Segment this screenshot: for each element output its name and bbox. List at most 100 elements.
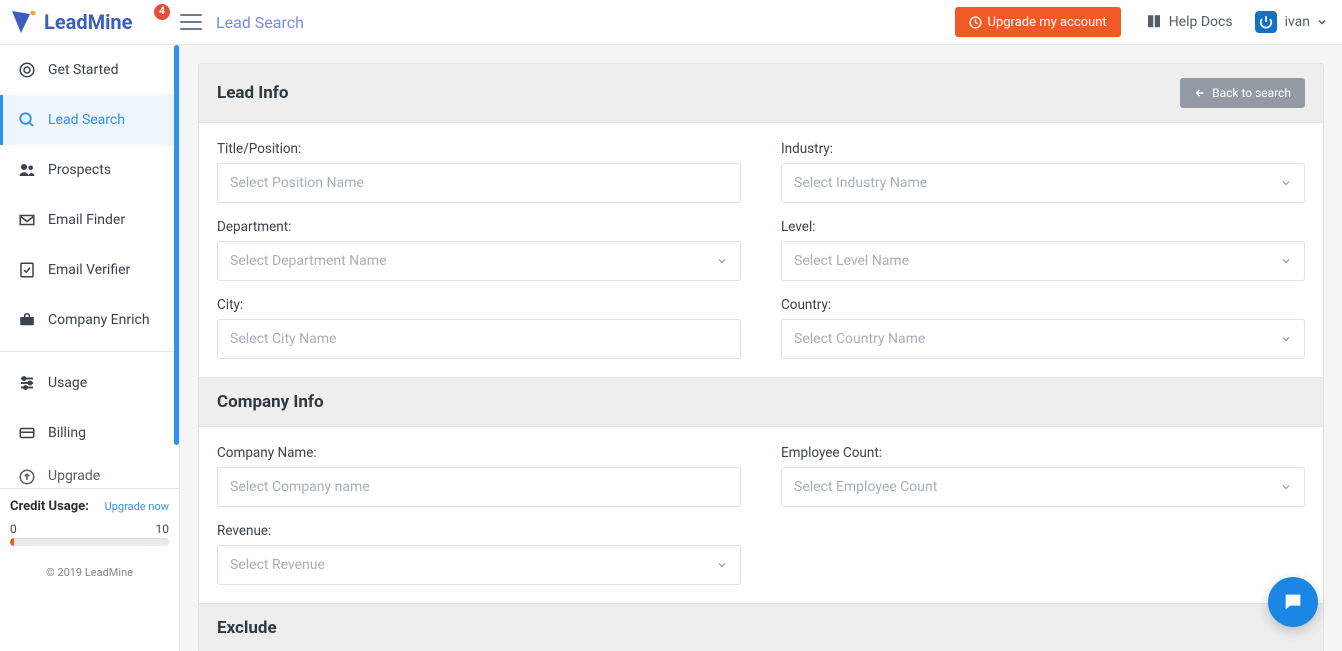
- field-industry: Industry: Select Industry Name: [781, 135, 1305, 203]
- chat-fab[interactable]: [1268, 577, 1318, 627]
- upgrade-account-button[interactable]: Upgrade my account: [955, 7, 1121, 37]
- upgrade-icon: [18, 468, 38, 486]
- sliders-icon: [18, 374, 38, 392]
- sidebar-item-company-enrich[interactable]: Company Enrich: [0, 295, 179, 345]
- user-name: ivan: [1285, 14, 1310, 30]
- search-form-panel: Lead Info Back to search Title/Position:…: [198, 63, 1324, 651]
- sidebar-item-label: Lead Search: [48, 112, 125, 128]
- field-employee-count: Employee Count: Select Employee Count: [781, 439, 1305, 507]
- industry-label: Industry:: [781, 141, 1305, 157]
- sidebar-item-get-started[interactable]: Get Started: [0, 45, 179, 95]
- sidebar-item-upgrade[interactable]: Upgrade: [0, 458, 179, 488]
- chevron-down-icon: [716, 559, 728, 571]
- sidebar-item-billing[interactable]: Billing: [0, 408, 179, 458]
- chevron-down-icon: [1280, 255, 1292, 267]
- level-label: Level:: [781, 219, 1305, 235]
- back-to-search-label: Back to search: [1212, 86, 1291, 100]
- placeholder-text: Select Country Name: [794, 331, 925, 347]
- department-label: Department:: [217, 219, 741, 235]
- chevron-down-icon: [1280, 333, 1292, 345]
- briefcase-icon: [18, 311, 38, 329]
- chevron-down-icon: [1280, 177, 1292, 189]
- chat-icon: [1282, 591, 1304, 613]
- search-icon: [18, 111, 38, 129]
- scrollbar-indicator[interactable]: [174, 45, 179, 445]
- credit-min: 0: [10, 522, 17, 536]
- placeholder-text: Select Industry Name: [794, 175, 927, 191]
- company-info-header: Company Info: [199, 377, 1323, 427]
- sidebar-item-prospects[interactable]: Prospects: [0, 145, 179, 195]
- credit-progress-bar: [10, 538, 169, 546]
- field-company-name: Company Name: Select Company name: [217, 439, 741, 507]
- field-title-position: Title/Position: Select Position Name: [217, 135, 741, 203]
- level-select[interactable]: Select Level Name: [781, 241, 1305, 281]
- sidebar-item-label: Upgrade: [48, 468, 100, 484]
- sidebar-item-email-finder[interactable]: Email Finder: [0, 195, 179, 245]
- department-select[interactable]: Select Department Name: [217, 241, 741, 281]
- revenue-select[interactable]: Select Revenue: [217, 545, 741, 585]
- check-doc-icon: [18, 261, 38, 279]
- city-label: City:: [217, 297, 741, 313]
- credit-usage-title: Credit Usage:: [10, 499, 89, 514]
- user-menu[interactable]: ivan: [1255, 11, 1328, 33]
- upgrade-now-link[interactable]: Upgrade now: [105, 500, 169, 513]
- employee-count-select[interactable]: Select Employee Count: [781, 467, 1305, 507]
- upgrade-account-label: Upgrade my account: [988, 15, 1107, 30]
- placeholder-text: Select City Name: [230, 331, 336, 347]
- topbar: LeadMine 4 Lead Search Upgrade my accoun…: [0, 0, 1342, 45]
- people-icon: [18, 161, 38, 179]
- sidebar: Get Started Lead Search Prospects Email …: [0, 45, 180, 651]
- logo-icon: [12, 11, 38, 33]
- company-name-input[interactable]: Select Company name: [217, 467, 741, 507]
- credit-usage-block: Credit Usage: Upgrade now 0 10: [0, 488, 179, 556]
- notifications-badge[interactable]: 4: [154, 4, 170, 20]
- help-docs-label: Help Docs: [1169, 14, 1233, 30]
- credit-card-icon: [18, 424, 38, 442]
- exclude-header: Exclude: [199, 603, 1323, 651]
- exclude-title: Exclude: [217, 618, 1305, 638]
- sidebar-item-label: Email Finder: [48, 212, 125, 228]
- revenue-label: Revenue:: [217, 523, 741, 539]
- field-level: Level: Select Level Name: [781, 213, 1305, 281]
- chevron-down-icon: [1316, 16, 1328, 28]
- sidebar-item-label: Usage: [48, 375, 87, 391]
- placeholder-text: Select Department Name: [230, 253, 387, 269]
- chevron-down-icon: [1280, 481, 1292, 493]
- country-select[interactable]: Select Country Name: [781, 319, 1305, 359]
- target-icon: [18, 61, 38, 79]
- industry-select[interactable]: Select Industry Name: [781, 163, 1305, 203]
- chevron-down-icon: [716, 255, 728, 267]
- title-position-input[interactable]: Select Position Name: [217, 163, 741, 203]
- logo[interactable]: LeadMine 4: [0, 0, 180, 45]
- city-input[interactable]: Select City Name: [217, 319, 741, 359]
- help-docs-link[interactable]: Help Docs: [1145, 13, 1233, 31]
- credit-max: 10: [156, 522, 170, 536]
- sidebar-item-label: Get Started: [48, 62, 119, 78]
- company-info-title: Company Info: [217, 392, 1305, 412]
- sidebar-nav: Get Started Lead Search Prospects Email …: [0, 45, 179, 488]
- placeholder-text: Select Position Name: [230, 175, 364, 191]
- company-name-label: Company Name:: [217, 445, 741, 461]
- lead-info-title: Lead Info: [217, 83, 288, 103]
- sidebar-separator: [0, 351, 179, 352]
- country-label: Country:: [781, 297, 1305, 313]
- field-department: Department: Select Department Name: [217, 213, 741, 281]
- placeholder-text: Select Revenue: [230, 557, 325, 573]
- title-position-label: Title/Position:: [217, 141, 741, 157]
- field-revenue: Revenue: Select Revenue: [217, 517, 741, 585]
- employee-count-label: Employee Count:: [781, 445, 1305, 461]
- sidebar-item-label: Billing: [48, 425, 86, 441]
- sidebar-item-label: Prospects: [48, 162, 111, 178]
- power-icon: [1255, 11, 1277, 33]
- lead-info-header: Lead Info Back to search: [199, 64, 1323, 123]
- sidebar-item-lead-search[interactable]: Lead Search: [0, 95, 179, 145]
- sidebar-item-label: Email Verifier: [48, 262, 130, 278]
- placeholder-text: Select Company name: [230, 479, 370, 495]
- menu-toggle-icon[interactable]: [180, 14, 202, 30]
- sidebar-item-email-verifier[interactable]: Email Verifier: [0, 245, 179, 295]
- placeholder-text: Select Employee Count: [794, 479, 937, 495]
- copyright: © 2019 LeadMine: [0, 556, 179, 589]
- sidebar-item-usage[interactable]: Usage: [0, 358, 179, 408]
- back-to-search-button[interactable]: Back to search: [1180, 78, 1305, 108]
- breadcrumb: Lead Search: [216, 13, 304, 32]
